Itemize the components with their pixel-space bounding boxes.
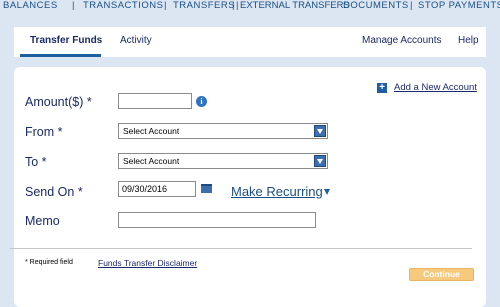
nav-separator: | <box>236 0 239 11</box>
send-on-label: Send On * <box>25 185 83 199</box>
nav-separator: | <box>72 0 75 11</box>
to-account-select[interactable]: Select Account <box>118 153 328 169</box>
chevron-down-icon[interactable] <box>314 125 326 137</box>
nav-separator: | <box>410 0 413 11</box>
plus-icon[interactable]: + <box>377 83 387 93</box>
to-label: To * <box>25 155 47 169</box>
amount-input[interactable] <box>118 93 192 109</box>
tab-transfer-funds[interactable]: Transfer Funds <box>30 35 102 46</box>
nav-separator: | <box>164 0 167 11</box>
nav-transactions[interactable]: TRANSACTIONS <box>83 0 163 12</box>
from-account-select[interactable]: Select Account <box>118 123 328 139</box>
funds-transfer-disclaimer-link[interactable]: Funds Transfer Disclaimer <box>98 258 197 268</box>
nav-transfers[interactable]: TRANSFERS <box>173 0 235 12</box>
chevron-down-icon[interactable] <box>314 155 326 167</box>
make-recurring-link[interactable]: Make Recurring <box>231 184 323 199</box>
tab-manage-accounts[interactable]: Manage Accounts <box>362 35 442 46</box>
memo-input[interactable] <box>118 212 316 228</box>
divider <box>10 248 472 249</box>
memo-label: Memo <box>25 214 60 228</box>
calendar-icon[interactable] <box>201 184 212 193</box>
nav-stop-payments[interactable]: STOP PAYMENTS <box>418 0 500 12</box>
chevron-down-icon[interactable] <box>324 189 330 195</box>
nav-external-transfers[interactable]: EXTERNAL TRANSFERS <box>240 0 350 12</box>
continue-button[interactable]: Continue <box>409 268 474 281</box>
top-navigation: BALANCES | TRANSACTIONS | TRANSFERS | | … <box>0 0 500 12</box>
nav-separator: | <box>232 0 235 11</box>
add-new-account-link[interactable]: Add a New Account <box>394 82 477 93</box>
nav-documents[interactable]: DOCUMENTS <box>343 0 409 12</box>
from-label: From * <box>25 125 63 139</box>
tab-activity[interactable]: Activity <box>120 35 152 46</box>
tab-help[interactable]: Help <box>458 35 479 46</box>
nav-balances[interactable]: BALANCES <box>3 0 58 12</box>
send-on-date-input[interactable] <box>118 181 196 197</box>
amount-label: Amount($) * <box>25 95 92 109</box>
to-select-value: Select Account <box>123 156 180 166</box>
active-tab-indicator <box>20 54 101 57</box>
from-select-value: Select Account <box>123 126 180 136</box>
required-field-note: * Required field <box>25 259 73 266</box>
info-icon[interactable]: i <box>196 96 207 107</box>
tab-bar: Transfer Funds Activity Manage Accounts … <box>14 27 486 57</box>
